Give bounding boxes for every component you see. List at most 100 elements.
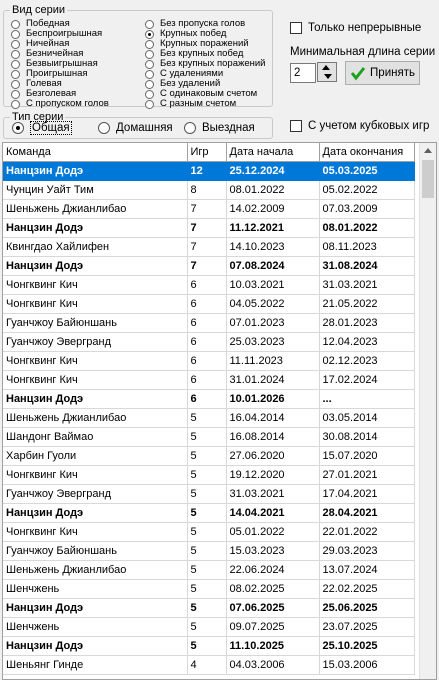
column-header-start-date[interactable]: Дата начала — [226, 143, 320, 162]
series-type-option[interactable]: Выездная — [184, 122, 255, 135]
cup-games-checkbox[interactable]: С учетом кубковых игр — [290, 120, 430, 133]
table-row[interactable]: Шеньжень Джианлибао 5 16.04.2014 03.05.2014 — [3, 408, 415, 428]
table-row[interactable]: Шандонг Ваймао 5 16.08.2014 30.08.2014 — [3, 427, 415, 447]
min-length-input[interactable]: 2 — [290, 63, 316, 83]
cup-games-check[interactable] — [290, 120, 302, 133]
table-row[interactable]: Нанцзин Додэ 5 11.10.2025 25.10.2025 — [3, 636, 415, 656]
radio-button[interactable] — [145, 29, 154, 39]
table-row[interactable]: Шеньжень Джианлибао 5 22.06.2024 13.07.2024 — [3, 560, 415, 580]
games-cell: 5 — [187, 636, 227, 656]
games-cell: 8 — [187, 180, 227, 200]
table-row[interactable]: Чонгквинг Кич 6 31.01.2024 17.02.2024 — [3, 370, 415, 390]
scrollbar-thumb[interactable] — [422, 160, 434, 198]
radio-button[interactable] — [145, 59, 154, 69]
table-row[interactable]: Чунцин Уайт Тим 8 08.01.2022 05.02.2022 — [3, 180, 415, 200]
series-table[interactable]: Команда Игр Дата начала Дата окончания Н… — [2, 142, 437, 680]
table-row[interactable]: Харбин Гуоли 5 27.06.2020 15.07.2020 — [3, 446, 415, 466]
table-row[interactable]: Чонгквинг Кич 6 11.11.2023 02.12.2023 — [3, 351, 415, 371]
radio-button[interactable] — [145, 89, 154, 99]
radio-button[interactable] — [11, 99, 20, 109]
non-continuous-label: Только непрерывные — [308, 22, 422, 35]
table-row[interactable]: Чонгквинг Кич 6 04.05.2022 21.05.2022 — [3, 294, 415, 314]
radio-button[interactable] — [145, 39, 154, 49]
radio-button[interactable] — [184, 122, 196, 135]
radio-button[interactable] — [11, 89, 20, 99]
radio-button[interactable] — [11, 79, 20, 89]
radio-button[interactable] — [12, 122, 24, 135]
start-date-cell: 25.03.2023 — [226, 332, 320, 352]
team-cell: Чонгквинг Кич — [3, 522, 188, 542]
team-cell: Гуанчжоу Эвергранд — [3, 332, 188, 352]
start-date-cell: 10.01.2026 — [226, 389, 320, 409]
series-type-group: Тип серии Общая Домашняя Выездная — [3, 110, 273, 139]
end-date-cell: 17.02.2024 — [319, 370, 415, 390]
table-row[interactable]: Нанцзин Додэ 5 07.06.2025 25.06.2025 — [3, 598, 415, 618]
games-cell: 6 — [187, 389, 227, 409]
table-row[interactable]: Нанцзин Додэ 12 25.12.2024 05.03.2025 — [3, 161, 415, 181]
team-cell: Шандонг Ваймао — [3, 427, 188, 447]
series-view-option[interactable]: С разным счетом — [145, 99, 266, 109]
radio-button[interactable] — [145, 99, 154, 109]
games-cell: 5 — [187, 446, 227, 466]
radio-button[interactable] — [98, 122, 110, 135]
table-row[interactable]: Квингдао Хайлифен 7 14.10.2023 08.11.2023 — [3, 237, 415, 257]
radio-button[interactable] — [11, 29, 20, 39]
team-cell: Нанцзин Додэ — [3, 636, 188, 656]
table-row[interactable]: Нанцзин Додэ 6 10.01.2026... — [3, 389, 415, 409]
team-cell: Шеньянг Гинде — [3, 655, 188, 675]
team-cell: Нанцзин Додэ — [3, 503, 188, 523]
table-row[interactable]: Шеньжень Джианлибао 7 14.02.2009 07.03.2009 — [3, 199, 415, 219]
table-row[interactable]: Гуанчжоу Байюншань 5 15.03.2023 29.03.2023 — [3, 541, 415, 561]
team-cell: Нанцзин Додэ — [3, 598, 188, 618]
non-continuous-check[interactable] — [290, 22, 302, 35]
games-cell: 6 — [187, 313, 227, 333]
series-view-option-label: С пропуском голов — [26, 98, 109, 109]
table-row[interactable]: Нанцзин Додэ 7 11.12.2021 08.01.2022 — [3, 218, 415, 238]
series-view-title: Вид серии — [10, 3, 67, 17]
radio-button[interactable] — [11, 39, 20, 49]
table-row[interactable]: Нанцзин Додэ 5 14.04.2021 28.04.2021 — [3, 503, 415, 523]
table-row[interactable]: Шенчжень 5 09.07.2025 23.07.2025 — [3, 617, 415, 637]
radio-button[interactable] — [145, 49, 154, 59]
team-cell: Квингдао Хайлифен — [3, 237, 188, 257]
radio-button[interactable] — [145, 19, 154, 29]
spin-arrows-icon — [322, 65, 332, 79]
team-cell: Харбин Гуоли — [3, 446, 188, 466]
accept-button[interactable]: Принять — [345, 61, 420, 85]
radio-button[interactable] — [11, 69, 20, 79]
end-date-cell: 03.05.2014 — [319, 408, 415, 428]
table-row[interactable]: Чонгквинг Кич 6 10.03.2021 31.03.2021 — [3, 275, 415, 295]
vertical-scrollbar[interactable] — [419, 143, 436, 679]
series-view-option-label: С разным счетом — [160, 98, 237, 109]
table-row[interactable]: Шеньянг Гинде 4 04.03.2006 15.03.2006 — [3, 655, 415, 675]
table-row[interactable]: Гуанчжоу Эвергранд 5 31.03.2021 17.04.2021 — [3, 484, 415, 504]
column-header-team[interactable]: Команда — [3, 143, 188, 162]
series-type-option[interactable]: Общая — [12, 121, 72, 136]
scroll-up-arrow-icon[interactable] — [420, 143, 436, 159]
table-row[interactable]: Чонгквинг Кич 5 05.01.2022 22.01.2022 — [3, 522, 415, 542]
radio-button[interactable] — [145, 79, 154, 89]
radio-button[interactable] — [11, 59, 20, 69]
end-date-cell: ... — [319, 389, 415, 409]
cup-games-label: С учетом кубковых игр — [308, 120, 430, 133]
games-cell: 5 — [187, 617, 227, 637]
table-row[interactable]: Нанцзин Додэ 7 07.08.2024 31.08.2024 — [3, 256, 415, 276]
end-date-cell: 25.06.2025 — [319, 598, 415, 618]
series-view-option[interactable]: С пропуском голов — [11, 99, 109, 109]
start-date-cell: 04.03.2006 — [226, 655, 320, 675]
min-length-spin-button[interactable] — [317, 62, 337, 82]
series-type-option[interactable]: Домашняя — [98, 122, 173, 135]
radio-button[interactable] — [11, 49, 20, 59]
table-row[interactable]: Шенчжень 5 08.02.2025 22.02.2025 — [3, 579, 415, 599]
radio-button[interactable] — [11, 19, 20, 29]
table-row[interactable]: Гуанчжоу Байюншань 6 07.01.2023 28.01.2023 — [3, 313, 415, 333]
end-date-cell: 21.05.2022 — [319, 294, 415, 314]
games-cell: 6 — [187, 294, 227, 314]
start-date-cell: 16.04.2014 — [226, 408, 320, 428]
column-header-games[interactable]: Игр — [187, 143, 227, 162]
non-continuous-checkbox[interactable]: Только непрерывные — [290, 22, 422, 35]
table-row[interactable]: Чонгквинг Кич 5 19.12.2020 27.01.2021 — [3, 465, 415, 485]
table-row[interactable]: Гуанчжоу Эвергранд 6 25.03.2023 12.04.2023 — [3, 332, 415, 352]
column-header-end-date[interactable]: Дата окончания — [319, 143, 415, 162]
radio-button[interactable] — [145, 69, 154, 79]
